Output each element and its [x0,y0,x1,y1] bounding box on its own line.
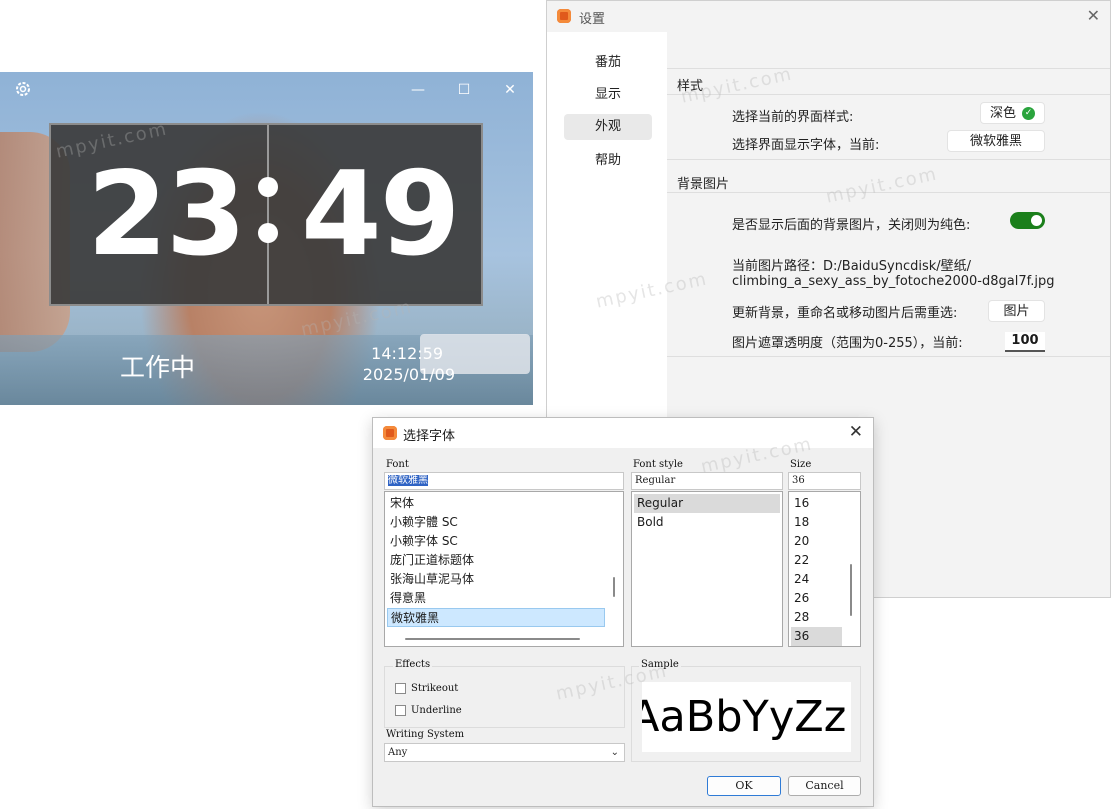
size-list-item[interactable]: 18 [791,513,842,532]
toggle-knob [1031,215,1042,226]
size-list-item-selected[interactable]: 36 [791,627,842,646]
opacity-label: 图片遮罩透明度（范围为0-255），当前: [732,336,963,351]
font-list-item-selected[interactable]: 微软雅黑 [387,608,605,627]
divider [667,159,1110,160]
sample-label: Sample [639,659,681,670]
size-list-item[interactable]: 26 [791,589,842,608]
opacity-input[interactable]: 100 [1005,332,1045,352]
divider [667,68,1110,69]
clock-display: 23 49 [49,123,483,306]
colon-dot-top [258,177,278,197]
font-list[interactable]: 宋体 小赖字體 SC 小赖字体 SC 庞门正道标题体 张海山草泥马体 得意黑 微… [384,491,624,647]
font-dialog-title: 选择字体 [403,429,456,444]
maximize-icon[interactable]: ☐ [452,80,476,100]
vertical-scrollbar[interactable] [613,577,615,597]
close-icon[interactable]: ✕ [1087,6,1100,25]
size-list-item[interactable]: 28 [791,608,842,627]
theme-value: 深色 [989,106,1016,121]
bg-update-button[interactable]: 图片 [988,300,1045,322]
bg-update-label: 更新背景，重命名或移动图片后需重选: [732,306,958,321]
nav-item-tomato[interactable]: 番茄 [564,50,652,76]
size-list-item[interactable]: 20 [791,532,842,551]
underline-checkbox[interactable] [395,705,406,716]
clock-minutes: 49 [301,147,460,282]
size-list[interactable]: 16 18 20 22 24 26 28 36 [788,491,861,647]
font-list-item[interactable]: 庞门正道标题体 [387,551,621,570]
chevron-down-icon: ⌄ [610,747,619,758]
vertical-scrollbar[interactable] [850,564,852,616]
gear-icon[interactable] [11,80,35,100]
app-icon [557,9,571,23]
font-dialog-titlebar: 选择字体 ✕ [373,418,873,448]
writing-system-label: Writing System [386,729,465,740]
ok-button[interactable]: OK [707,776,781,796]
bg-path-line1: 当前图片路径：D:/BaiduSyncdisk/壁纸/ [732,259,972,274]
font-list-item[interactable]: 小赖字体 SC [387,532,621,551]
writing-system-value: Any [388,747,408,758]
size-list-item[interactable]: 16 [791,494,842,513]
font-list-item[interactable]: 张海山草泥马体 [387,570,621,589]
font-style-input[interactable]: Regular [631,472,783,490]
cancel-button[interactable]: Cancel [788,776,861,796]
writing-system-select[interactable]: Any ⌄ [384,743,625,762]
bg-toggle-label: 是否显示后面的背景图片，关闭则为纯色: [732,218,971,233]
size-list-item[interactable]: 24 [791,570,842,589]
size-list-item[interactable]: 22 [791,551,842,570]
nav-item-appearance[interactable]: 外观 [564,114,652,140]
app-icon [383,426,397,440]
divider [667,94,1110,95]
theme-label: 选择当前的界面样式: [732,110,854,125]
font-label: Font [386,459,409,470]
bg-toggle-switch[interactable] [1010,212,1045,229]
font-list-item[interactable]: 小赖字體 SC [387,513,621,532]
colon-dot-bottom [258,223,278,243]
font-dialog: 选择字体 ✕ Font 微软雅黑 宋体 小赖字體 SC 小赖字体 SC 庞门正道… [372,417,874,807]
underline-label: Underline [411,705,462,716]
sample-text: AaBbYyZz [642,692,847,742]
font-list-item[interactable]: 得意黑 [387,589,621,608]
font-name-value: 微软雅黑 [388,475,428,486]
sample-preview: AaBbYyZz [642,682,851,752]
strikeout-label: Strikeout [411,683,459,694]
strikeout-checkbox[interactable] [395,683,406,694]
status-label: 工作中 [120,353,196,382]
effects-group [384,666,625,728]
font-list-item[interactable]: 宋体 [387,494,621,513]
close-icon[interactable]: ✕ [849,422,863,442]
style-list-item[interactable]: Bold [634,513,780,532]
style-list-item-selected[interactable]: Regular [634,494,780,513]
clock-divider [267,125,269,304]
divider [667,356,1110,357]
size-input[interactable]: 36 [788,472,861,490]
size-label: Size [790,459,812,470]
font-name-input[interactable]: 微软雅黑 [384,472,624,490]
horizontal-scrollbar[interactable] [405,638,580,640]
clock-hours: 23 [87,147,246,282]
nav-item-help[interactable]: 帮助 [564,148,652,174]
close-icon[interactable]: ✕ [498,80,522,100]
effects-label: Effects [393,659,433,670]
font-label: 选择界面显示字体，当前: [732,138,880,153]
current-time: 14:12:59 [371,344,443,363]
font-style-label: Font style [633,459,683,470]
theme-select-button[interactable]: 深色 ✓ [980,102,1045,124]
settings-title: 设置 [579,12,606,27]
check-icon: ✓ [1022,107,1035,120]
section-title-style: 样式 [677,79,704,94]
nav-item-display[interactable]: 显示 [564,82,652,108]
settings-titlebar: 设置 ✕ [547,1,1110,32]
current-date: 2025/01/09 [362,365,455,384]
divider [667,192,1110,193]
clock-window: — ☐ ✕ 23 49 工作中 14:12:59 2025/01/09 [0,72,533,405]
section-title-background: 背景图片 [677,177,730,192]
bg-path-line2: climbing_a_sexy_ass_by_fotoche2000-d8gal… [732,274,1055,289]
font-style-list[interactable]: Regular Bold [631,491,783,647]
font-select-button[interactable]: 微软雅黑 [947,130,1045,152]
minimize-icon[interactable]: — [406,80,430,100]
